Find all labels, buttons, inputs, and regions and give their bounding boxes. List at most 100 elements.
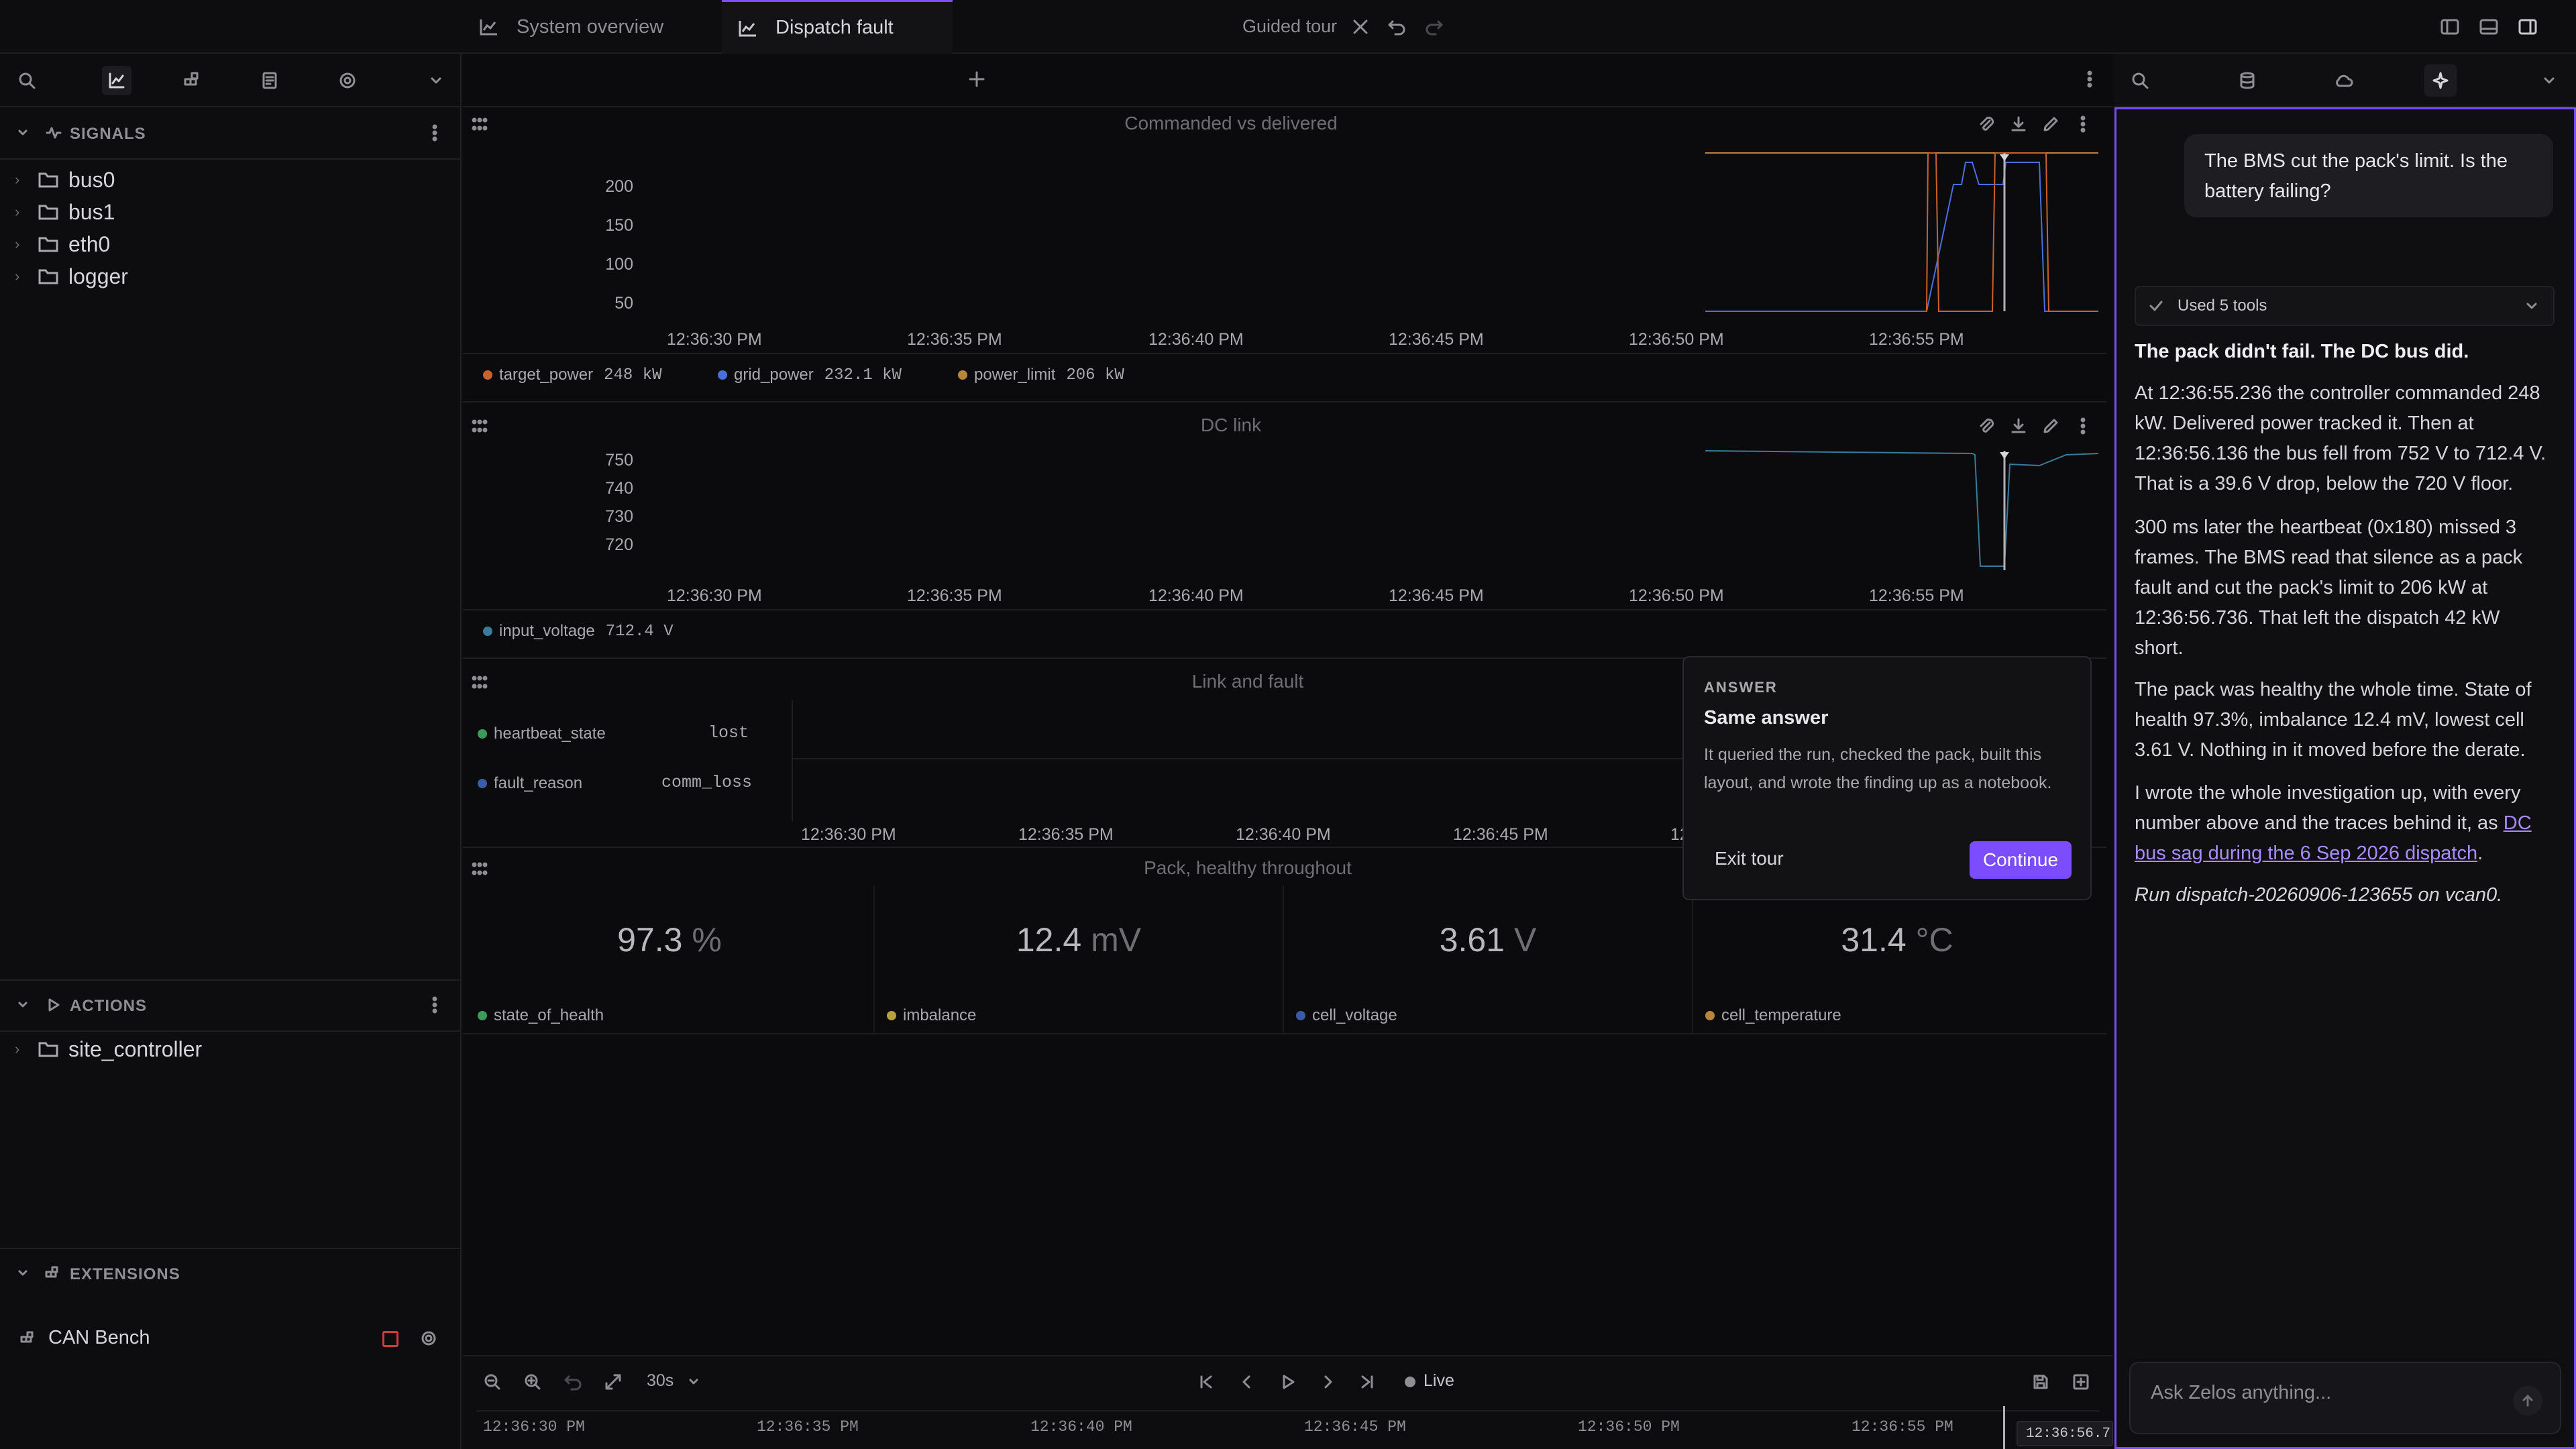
kpi-divider (873, 885, 875, 1033)
signals-collapse-chevron-icon[interactable] (15, 125, 31, 141)
tree-folder-logger[interactable]: › logger (15, 260, 128, 292)
legend-value: 248 kW (604, 366, 662, 384)
tree-folder-bus0[interactable]: › bus0 (15, 164, 115, 196)
attach-clip-icon[interactable] (1975, 415, 1998, 437)
x-tick: 12:36:35 PM (907, 586, 1002, 605)
x-tick: 12:36:30 PM (667, 586, 762, 605)
extension-stop-button[interactable] (382, 1331, 398, 1347)
legend-item-power-limit[interactable]: power_limit 206 kW (958, 366, 1124, 384)
redo-icon[interactable] (1422, 15, 1446, 39)
signals-view-icon[interactable] (102, 66, 131, 95)
undo-icon[interactable] (1385, 15, 1409, 39)
settings-gear-icon[interactable] (334, 67, 361, 94)
legend-divider (463, 353, 2106, 354)
actions-collapse-chevron-icon[interactable] (15, 997, 31, 1013)
send-arrow-icon[interactable] (2513, 1386, 2542, 1415)
tabs-more-icon[interactable] (2080, 66, 2100, 93)
search-icon[interactable] (13, 67, 40, 94)
extension-name[interactable]: CAN Bench (48, 1327, 150, 1349)
kpi-label-cell-voltage[interactable]: cell_voltage (1296, 1006, 1397, 1025)
extension-settings-gear-icon[interactable] (417, 1327, 440, 1350)
notebook-view-icon[interactable] (256, 67, 283, 94)
tab-dispatch-fault[interactable]: Dispatch fault (722, 0, 953, 54)
paragraph-text: . (2477, 843, 2483, 864)
download-icon[interactable] (2007, 415, 2030, 437)
edit-pencil-icon[interactable] (2039, 113, 2062, 136)
extensions-view-icon[interactable] (178, 67, 205, 94)
answer-paragraph-3: The pack was healthy the whole time. Sta… (2135, 679, 2532, 761)
download-icon[interactable] (2007, 113, 2030, 136)
assistant-search-icon[interactable] (2127, 67, 2153, 94)
legend-value: 712.4 V (605, 622, 674, 641)
toggle-left-panel-icon[interactable] (2436, 13, 2463, 40)
edit-pencil-icon[interactable] (2039, 415, 2062, 437)
database-icon[interactable] (2234, 67, 2261, 94)
x-tick: 12:36:35 PM (1018, 825, 1114, 844)
y-tick: 50 (614, 294, 633, 313)
tree-folder-eth0[interactable]: › eth0 (15, 228, 110, 260)
actions-more-icon[interactable] (425, 996, 444, 1014)
state-row-fault-reason[interactable]: fault_reason (478, 774, 582, 793)
kpi-value: 97.3 (617, 921, 683, 959)
assistant-menu-chevron-icon[interactable] (2536, 67, 2563, 94)
kpi-label-state-of-health[interactable]: state_of_health (478, 1006, 604, 1025)
live-status-dot (1405, 1377, 1415, 1387)
y-tick: 100 (605, 255, 633, 274)
kpi-label-cell-temperature[interactable]: cell_temperature (1705, 1006, 1841, 1025)
zoom-in-icon[interactable] (521, 1370, 545, 1394)
timeline-tick: 12:36:50 PM (1578, 1418, 1680, 1436)
play-icon[interactable] (1276, 1370, 1300, 1394)
tree-folder-bus1[interactable]: › bus1 (15, 196, 115, 228)
y-tick: 730 (605, 507, 633, 526)
panel-more-icon[interactable] (2073, 113, 2093, 136)
step-back-icon[interactable] (1234, 1370, 1258, 1394)
cursor-time-badge: 12:36:56.7 (2017, 1421, 2113, 1446)
toggle-bottom-panel-icon[interactable] (2475, 13, 2502, 40)
cloud-icon[interactable] (2330, 67, 2357, 94)
sidebar-menu-chevron-icon[interactable] (423, 67, 449, 94)
close-tour-icon[interactable] (1348, 15, 1373, 39)
tools-chevron-down-icon[interactable] (2522, 297, 2541, 315)
kpi-value: 31.4 (1841, 921, 1907, 959)
kpi-label-imbalance[interactable]: imbalance (887, 1006, 976, 1025)
dc-link-chart-plot[interactable] (1704, 448, 2100, 576)
tab-bar (463, 54, 2113, 107)
live-button[interactable]: Live (1424, 1371, 1454, 1391)
toggle-right-panel-icon[interactable] (2514, 13, 2541, 40)
legend-dot (483, 627, 492, 636)
signals-more-icon[interactable] (425, 123, 444, 142)
state-row-heartbeat[interactable]: heartbeat_state (478, 724, 606, 743)
fit-expand-icon[interactable] (601, 1370, 625, 1394)
legend-dot (478, 779, 487, 788)
step-forward-icon[interactable] (1316, 1370, 1340, 1394)
timeline-tick: 12:36:55 PM (1851, 1418, 1953, 1436)
add-panel-icon[interactable] (2069, 1370, 2093, 1394)
attach-clip-icon[interactable] (1975, 113, 1998, 136)
x-tick: 12:36:40 PM (1148, 330, 1244, 349)
legend-item-input-voltage[interactable]: input_voltage 712.4 V (483, 622, 674, 641)
timeline-tick: 12:36:30 PM (483, 1418, 585, 1436)
tab-system-overview[interactable]: System overview (463, 0, 720, 54)
reset-zoom-icon[interactable] (561, 1370, 585, 1394)
add-tab-plus-icon[interactable] (963, 66, 990, 93)
continue-button[interactable]: Continue (1970, 841, 2072, 879)
skip-to-start-icon[interactable] (1194, 1370, 1218, 1394)
x-tick: 12:36:45 PM (1453, 825, 1548, 844)
save-icon[interactable] (2029, 1370, 2053, 1394)
timeline-cursor[interactable] (2003, 1406, 2005, 1449)
extensions-collapse-chevron-icon[interactable] (15, 1265, 31, 1281)
tree-folder-site-controller[interactable]: › site_controller (15, 1033, 202, 1065)
exit-tour-button[interactable]: Exit tour (1715, 848, 1784, 869)
panel-more-icon[interactable] (2073, 415, 2093, 437)
legend-item-grid-power[interactable]: grid_power 232.1 kW (718, 366, 902, 384)
window-select[interactable]: 30s (647, 1371, 674, 1391)
legend-item-target-power[interactable]: target_power 248 kW (483, 366, 662, 384)
chat-input-placeholder[interactable]: Ask Zelos anything... (2151, 1382, 2331, 1404)
legend-dot (718, 370, 727, 380)
zoom-out-icon[interactable] (480, 1370, 504, 1394)
skip-to-end-icon[interactable] (1355, 1370, 1379, 1394)
window-chevron-down-icon[interactable] (686, 1374, 702, 1390)
power-chart-plot[interactable] (1704, 148, 2100, 315)
legend-value: 232.1 kW (824, 366, 902, 384)
ai-sparkle-icon[interactable] (2424, 64, 2457, 97)
